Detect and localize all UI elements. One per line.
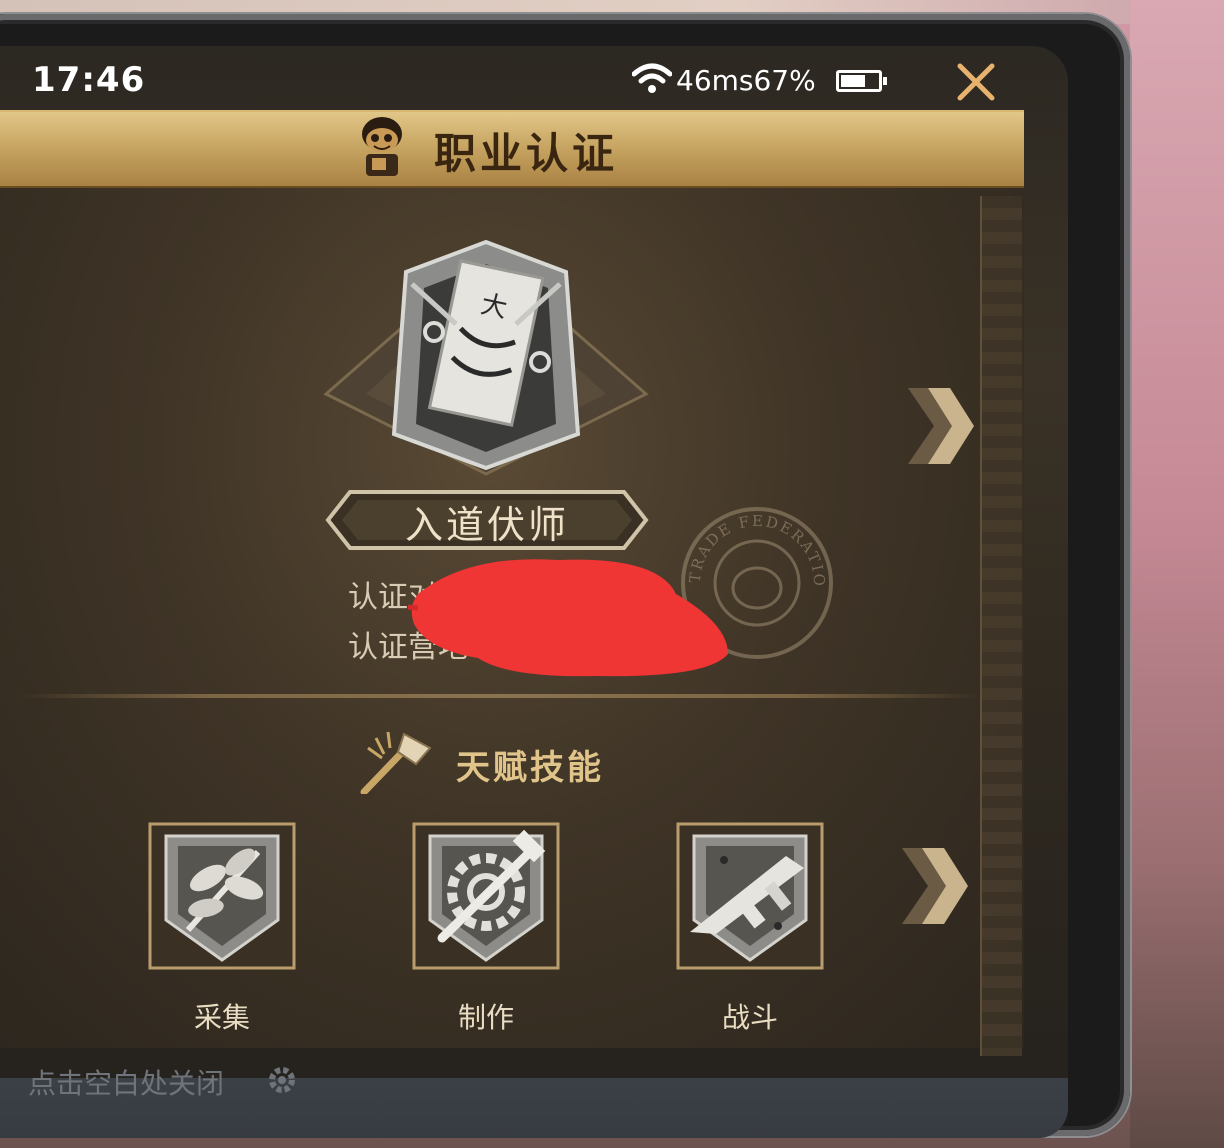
status-bar: 17:46 46ms67% (0, 46, 1020, 110)
skill-craft-label: 制作 (457, 1001, 514, 1034)
title-banner: 职业认证 (0, 110, 1024, 189)
next-certification-chevron-icon[interactable] (906, 384, 976, 468)
mascot-icon (362, 117, 402, 176)
leaves-icon (148, 822, 296, 970)
skill-combat-label: 战斗 (721, 1001, 778, 1034)
redaction-mark (408, 559, 728, 677)
page-title: 职业认证 (434, 129, 619, 178)
close-icon[interactable] (950, 56, 1002, 108)
skill-combat[interactable] (676, 822, 824, 970)
skill-craft[interactable] (412, 822, 560, 970)
section-divider (20, 694, 980, 698)
profession-badge-icon: 大 (323, 239, 649, 476)
close-hint[interactable]: 点击空白处关闭 (28, 1062, 224, 1102)
network-status: 46ms67% (676, 64, 816, 97)
wifi-icon (632, 63, 672, 93)
battery-tip (883, 77, 887, 85)
clock: 17:46 (32, 60, 146, 100)
skill-gather[interactable] (148, 822, 296, 970)
skill-gather-label: 采集 (193, 1001, 250, 1034)
next-skills-chevron-icon[interactable] (900, 844, 972, 928)
rank-name: 入道伏师 (404, 503, 569, 547)
panel-ornament-right (980, 196, 1022, 1056)
gear-hammer-icon (412, 822, 560, 970)
game-screen: 17:46 46ms67% 职业认证 大 入道伏师 TRADE FEDERATI… (0, 46, 1068, 1138)
background-blur (1130, 0, 1224, 1148)
battery-icon (836, 70, 887, 92)
talent-axe-icon (360, 731, 432, 794)
battery-fill (841, 75, 865, 87)
gear-icon[interactable] (266, 1064, 298, 1096)
submachine-gun-icon (676, 822, 824, 970)
talent-section-title: 天赋技能 (456, 748, 604, 788)
phone-frame: 17:46 46ms67% 职业认证 大 入道伏师 TRADE FEDERATI… (0, 14, 1130, 1138)
